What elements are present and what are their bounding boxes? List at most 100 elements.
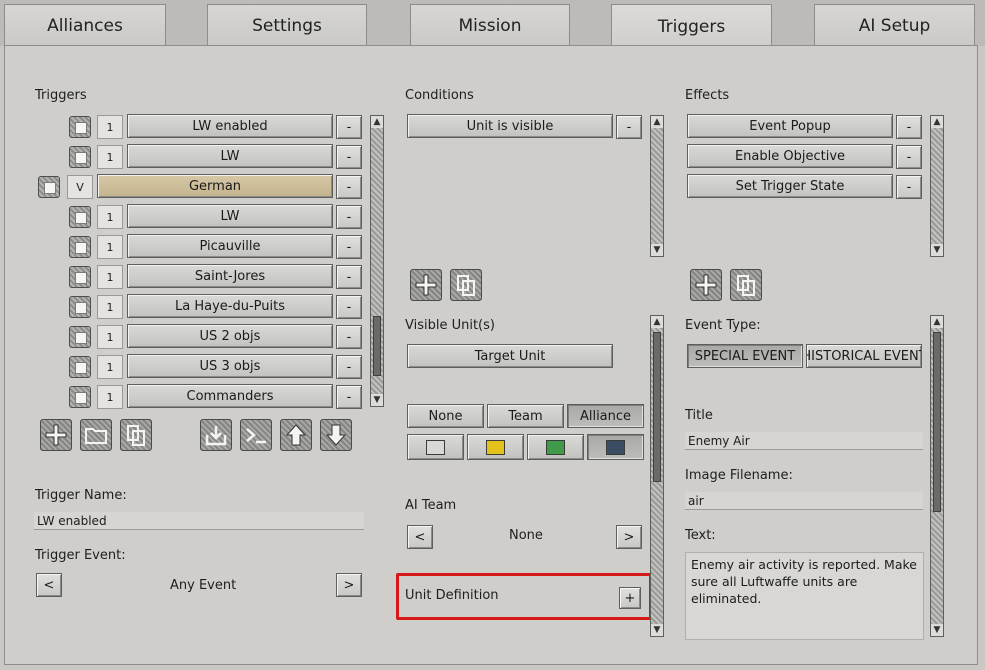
remove-trigger-button[interactable]: - [336,325,362,349]
effects-scrollbar[interactable]: ▲ ▼ [930,115,944,257]
trigger-count[interactable]: 1 [97,325,123,349]
remove-effect-button[interactable]: - [896,175,922,199]
remove-condition-button[interactable]: - [616,115,642,139]
trigger-event-next-button[interactable]: > [336,573,362,597]
remove-trigger-button[interactable]: - [336,355,362,379]
remove-trigger-button[interactable]: - [336,295,362,319]
historical-event-button[interactable]: HISTORICAL EVENT [806,344,922,368]
open-folder-button[interactable] [80,419,112,451]
remove-trigger-button[interactable]: - [336,145,362,169]
remove-trigger-button[interactable]: - [336,385,362,409]
event-text-area[interactable]: Enemy air activity is reported. Make sur… [685,552,924,640]
trigger-checkbox[interactable] [69,206,91,228]
remove-trigger-button[interactable]: - [336,115,362,139]
team-color-blue-button[interactable] [587,434,644,460]
add-effect-button[interactable] [690,269,722,301]
team-color-white-button[interactable] [407,434,464,460]
import-button[interactable] [200,419,232,451]
effect-item[interactable]: Event Popup [687,114,893,138]
copy-effect-button[interactable] [730,269,762,301]
trigger-item[interactable]: US 2 objs [127,324,333,348]
console-button[interactable] [240,419,272,451]
trigger-count[interactable]: 1 [97,385,123,409]
unit-definition-expand-button[interactable]: + [619,587,641,609]
remove-effect-button[interactable]: - [896,115,922,139]
tab-triggers[interactable]: Triggers [611,4,772,48]
effect-details-scrollbar[interactable]: ▲ ▼ [930,315,944,637]
trigger-item[interactable]: Commanders [127,384,333,408]
conditions-scrollbar[interactable]: ▲ ▼ [650,115,664,257]
scroll-thumb[interactable] [933,332,941,512]
scroll-up-icon[interactable]: ▲ [651,316,663,328]
condition-details-scrollbar[interactable]: ▲ ▼ [650,315,664,637]
trigger-item[interactable]: Saint-Jores [127,264,333,288]
tab-alliances[interactable]: Alliances [4,4,166,46]
trigger-checkbox[interactable] [38,176,60,198]
special-event-button[interactable]: SPECIAL EVENT [687,344,803,368]
trigger-count[interactable]: 1 [97,295,123,319]
move-up-button[interactable] [280,419,312,451]
remove-effect-button[interactable]: - [896,145,922,169]
ai-team-next-button[interactable]: > [616,525,642,549]
scroll-thumb[interactable] [653,332,661,482]
trigger-checkbox[interactable] [69,326,91,348]
trigger-list-scrollbar[interactable]: ▲ ▼ [370,115,384,407]
scroll-up-icon[interactable]: ▲ [931,116,943,128]
filter-team-button[interactable]: Team [487,404,564,428]
trigger-count[interactable]: 1 [97,205,123,229]
trigger-checkbox[interactable] [69,386,91,408]
move-down-button[interactable] [320,419,352,451]
trigger-checkbox[interactable] [69,266,91,288]
trigger-item[interactable]: La Haye-du-Puits [127,294,333,318]
scroll-down-icon[interactable]: ▼ [651,244,663,256]
trigger-checkbox[interactable] [69,146,91,168]
team-color-green-button[interactable] [527,434,584,460]
ai-team-prev-button[interactable]: < [407,525,433,549]
trigger-item[interactable]: LW [127,144,333,168]
trigger-checkbox[interactable] [69,116,91,138]
scroll-down-icon[interactable]: ▼ [931,244,943,256]
tab-settings[interactable]: Settings [207,4,367,46]
tab-mission[interactable]: Mission [410,4,570,46]
trigger-count[interactable]: 1 [97,115,123,139]
target-unit-button[interactable]: Target Unit [407,344,613,368]
effect-item[interactable]: Set Trigger State [687,174,893,198]
trigger-item[interactable]: LW enabled [127,114,333,138]
copy-trigger-button[interactable] [120,419,152,451]
trigger-item[interactable]: LW [127,204,333,228]
trigger-item[interactable]: Picauville [127,234,333,258]
trigger-checkbox[interactable] [69,356,91,378]
scroll-up-icon[interactable]: ▲ [651,116,663,128]
condition-item[interactable]: Unit is visible [407,114,613,138]
scroll-down-icon[interactable]: ▼ [651,624,663,636]
filter-none-button[interactable]: None [407,404,484,428]
scroll-down-icon[interactable]: ▼ [371,394,383,406]
scroll-up-icon[interactable]: ▲ [931,316,943,328]
remove-trigger-button[interactable]: - [336,205,362,229]
add-condition-button[interactable] [410,269,442,301]
trigger-name-field[interactable]: LW enabled [34,512,364,530]
scroll-thumb[interactable] [373,316,381,376]
filter-alliance-button[interactable]: Alliance [567,404,644,428]
trigger-event-prev-button[interactable]: < [36,573,62,597]
title-field[interactable]: Enemy Air [685,432,923,450]
add-trigger-button[interactable] [40,419,72,451]
trigger-count[interactable]: 1 [97,265,123,289]
remove-trigger-button[interactable]: - [336,265,362,289]
tab-ai-setup[interactable]: AI Setup [814,4,975,46]
remove-trigger-button[interactable]: - [336,235,362,259]
trigger-count[interactable]: 1 [97,355,123,379]
team-color-yellow-button[interactable] [467,434,524,460]
trigger-item-selected[interactable]: German [97,174,333,198]
trigger-count[interactable]: 1 [97,145,123,169]
scroll-up-icon[interactable]: ▲ [371,116,383,128]
trigger-count[interactable]: 1 [97,235,123,259]
effect-item[interactable]: Enable Objective [687,144,893,168]
copy-condition-button[interactable] [450,269,482,301]
trigger-item[interactable]: US 3 objs [127,354,333,378]
remove-trigger-button[interactable]: - [336,175,362,199]
trigger-checkbox[interactable] [69,236,91,258]
trigger-checkbox[interactable] [69,296,91,318]
trigger-count[interactable]: V [67,175,93,199]
scroll-down-icon[interactable]: ▼ [931,624,943,636]
